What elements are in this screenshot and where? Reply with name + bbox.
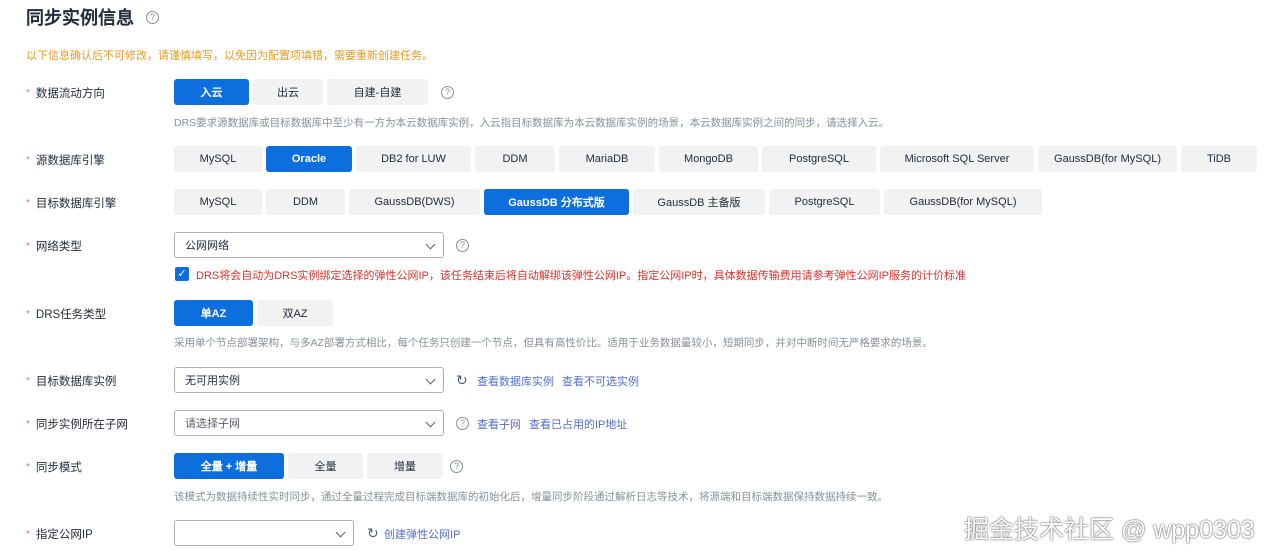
source-engine-db2[interactable]: DB2 for LUW: [356, 146, 471, 172]
refresh-icon[interactable]: ↻: [456, 373, 468, 387]
target-engine-gaussdb-primary[interactable]: GaussDB 主备版: [633, 189, 765, 215]
source-engine-segmented: MySQL Oracle DB2 for LUW DDM MariaDB Mon…: [174, 146, 1261, 172]
target-instance-label: * 目标数据库实例: [26, 375, 117, 389]
public-ip-select[interactable]: [174, 520, 354, 546]
target-engine-dws[interactable]: GaussDB(DWS): [349, 189, 480, 215]
source-engine-label: * 源数据库引擎: [26, 154, 105, 168]
target-engine-segmented: MySQL DDM GaussDB(DWS) GaussDB 分布式版 Gaus…: [174, 189, 1046, 215]
task-type-description: 采用单个节点部署架构，与多AZ部署方式相比，每个任务只创建一个节点，但具有高性价…: [174, 337, 933, 349]
source-engine-mongodb[interactable]: MongoDB: [659, 146, 758, 172]
subnet-label: * 同步实例所在子网: [26, 418, 128, 432]
flow-option-out[interactable]: 出云: [253, 79, 323, 105]
target-engine-mysql[interactable]: MySQL: [174, 189, 262, 215]
source-engine-postgresql[interactable]: PostgreSQL: [762, 146, 876, 172]
subnet-select-placeholder: 请选择子网: [185, 418, 240, 430]
source-engine-gaussdb-mysql[interactable]: GaussDB(for MySQL): [1038, 146, 1177, 172]
sync-mode-segmented: 全量 + 增量 全量 增量: [174, 453, 447, 479]
public-ip-label: * 指定公网IP: [26, 528, 93, 542]
flow-help-icon[interactable]: ?: [441, 86, 454, 99]
flow-description: DRS要求源数据库或目标数据库中至少有一方为本云数据库实例，入云指目标数据库为本…: [174, 117, 890, 129]
target-engine-gaussdb-distributed[interactable]: GaussDB 分布式版: [484, 189, 629, 215]
network-select-value: 公网网络: [185, 240, 229, 252]
subnet-select[interactable]: 请选择子网: [174, 410, 444, 436]
task-type-single-az[interactable]: 单AZ: [174, 300, 253, 326]
chevron-down-icon: [425, 417, 436, 428]
help-icon[interactable]: ?: [146, 10, 159, 24]
target-engine-postgresql[interactable]: PostgreSQL: [769, 189, 880, 215]
target-engine-gaussdb-mysql[interactable]: GaussDB(for MySQL): [884, 189, 1042, 215]
eip-checkbox[interactable]: ✓: [175, 267, 189, 281]
network-help-icon[interactable]: ?: [456, 239, 469, 252]
target-instance-value: 无可用实例: [185, 375, 240, 387]
sync-mode-full-incremental[interactable]: 全量 + 增量: [174, 453, 284, 479]
source-engine-sqlserver[interactable]: Microsoft SQL Server: [880, 146, 1034, 172]
target-engine-ddm[interactable]: DDM: [266, 189, 345, 215]
source-engine-oracle[interactable]: Oracle: [266, 146, 352, 172]
chevron-down-icon: [425, 374, 436, 385]
chevron-down-icon: [425, 239, 436, 250]
chevron-down-icon: [335, 527, 346, 538]
eip-checkbox-label: DRS将会自动为DRS实例绑定选择的弹性公网IP，该任务结束后将自动解绑该弹性公…: [196, 270, 967, 282]
flow-label: * 数据流动方向: [26, 87, 105, 101]
subnet-help-icon[interactable]: ?: [456, 417, 469, 430]
network-select[interactable]: 公网网络: [174, 232, 444, 258]
watermark: 掘金技术社区 @ wpp0303: [964, 516, 1255, 544]
view-db-instances-link[interactable]: 查看数据库实例: [477, 373, 554, 389]
source-engine-mariadb[interactable]: MariaDB: [559, 146, 655, 172]
warning-text: 以下信息确认后不可修改，请谨慎填写，以免因为配置项填错，需要重新创建任务。: [26, 50, 433, 62]
check-icon: ✓: [177, 267, 187, 280]
page-title-text: 同步实例信息: [26, 8, 134, 28]
target-instance-select[interactable]: 无可用实例: [174, 367, 444, 393]
view-subnet-link[interactable]: 查看子网: [477, 416, 521, 432]
flow-option-in[interactable]: 入云: [174, 79, 249, 105]
source-engine-tidb[interactable]: TiDB: [1181, 146, 1257, 172]
create-eip-link[interactable]: 创建弹性公网IP: [384, 526, 460, 542]
sync-mode-help-icon[interactable]: ?: [450, 460, 463, 473]
view-unselectable-instances-link[interactable]: 查看不可选实例: [562, 373, 639, 389]
task-type-dual-az[interactable]: 双AZ: [257, 300, 333, 326]
source-engine-mysql[interactable]: MySQL: [174, 146, 262, 172]
sync-mode-description: 该模式为数据持续性实时同步，通过全量过程完成目标端数据库的初始化后，增量同步阶段…: [174, 491, 888, 503]
flow-segmented: 入云 出云 自建-自建: [174, 79, 432, 105]
sync-mode-full[interactable]: 全量: [288, 453, 363, 479]
sync-mode-label: * 同步模式: [26, 461, 82, 475]
page-title: 同步实例信息 ?: [26, 4, 159, 30]
source-engine-ddm[interactable]: DDM: [475, 146, 555, 172]
network-label: * 网络类型: [26, 240, 82, 254]
refresh-icon[interactable]: ↻: [367, 526, 379, 540]
sync-mode-incremental[interactable]: 增量: [367, 453, 443, 479]
flow-option-self[interactable]: 自建-自建: [327, 79, 428, 105]
target-engine-label: * 目标数据库引擎: [26, 197, 117, 211]
view-used-ip-link[interactable]: 查看已占用的IP地址: [529, 416, 627, 432]
task-type-label: * DRS任务类型: [26, 308, 107, 322]
task-type-segmented: 单AZ 双AZ: [174, 300, 337, 326]
